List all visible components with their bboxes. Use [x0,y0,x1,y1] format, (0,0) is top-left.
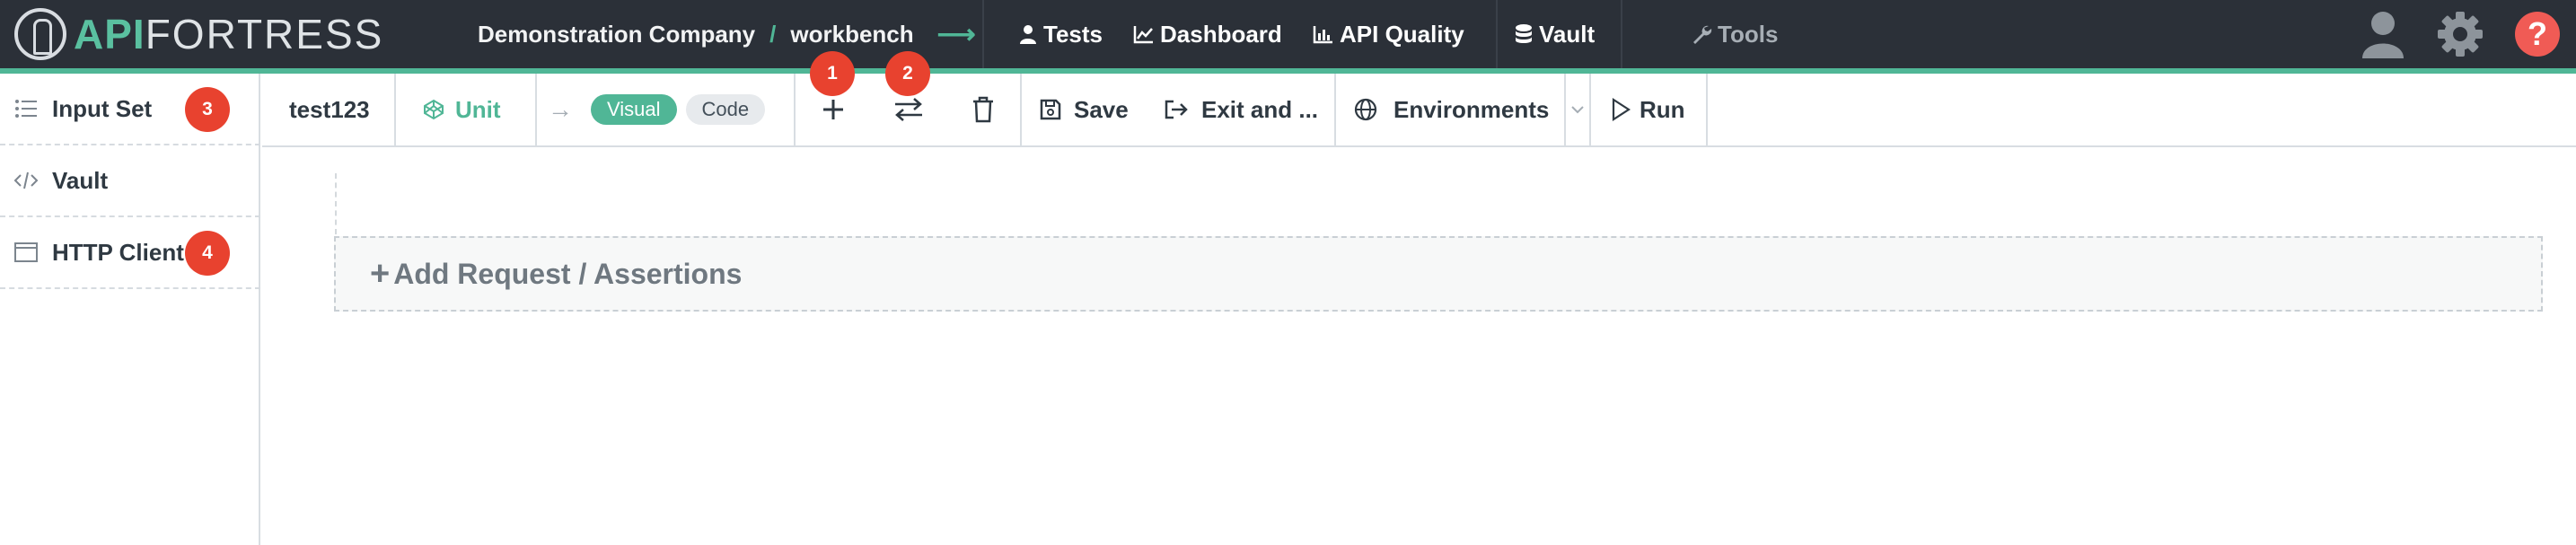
tour-step-badge: 4 [185,231,230,276]
list-icon [0,99,52,119]
chevron-down-icon [1571,106,1584,114]
left-sidebar: Input Set 3 Vault HTTP Client 4 [0,74,260,545]
project-switch-arrow-icon[interactable]: ⟶ [937,19,976,50]
codepen-cube-icon [423,99,444,120]
environments-label: Environments [1394,95,1550,123]
tour-step-badge: 1 [810,51,855,96]
logo-text-fortress: FORTRESS [145,11,384,57]
run-label: Run [1640,95,1685,123]
nav-divider [1621,0,1622,68]
tour-step-badge: 2 [885,51,930,96]
window-icon [0,242,52,262]
test-name: test123 [262,74,396,145]
sidebar-item-label: HTTP Client [52,238,184,266]
help-question-icon: ? [2515,12,2560,57]
sign-out-icon [1164,99,1189,120]
user-profile-icon[interactable] [2356,7,2410,61]
nav-divider [1496,0,1498,68]
plus-icon [823,100,843,119]
breadcrumb-project[interactable]: workbench [790,21,913,48]
fortress-logo-icon [14,8,66,60]
visual-mode-button[interactable]: Visual [591,94,677,125]
breadcrumb-company[interactable]: Demonstration Company [478,21,755,48]
trash-icon [973,96,993,123]
run-button[interactable]: Run [1591,74,1708,145]
nav-dashboard[interactable]: Dashboard [1133,0,1282,68]
arrow-right-icon: → [548,95,573,123]
breadcrumb-separator: / [769,20,777,48]
environments-button[interactable]: Environments [1336,74,1566,145]
exit-label: Exit and ... [1201,95,1319,123]
save-label: Save [1074,95,1129,123]
add-request-label: Add Request / Assertions [393,257,743,290]
sidebar-item-input-set[interactable]: Input Set 3 [0,74,260,145]
sidebar-item-http-client[interactable]: HTTP Client 4 [0,217,260,289]
sidebar-item-label: Vault [52,166,109,194]
apifortress-logo[interactable]: API FORTRESS [14,8,383,60]
floppy-disk-icon [1040,99,1061,120]
code-icon [0,171,52,190]
line-chart-icon [1133,24,1155,44]
nav-tools[interactable]: Tools [1691,0,1778,68]
tour-step-badge: 3 [185,87,230,132]
editor-toolbar: test123 Unit → Visual Code 1 2 Save Exit… [262,51,2576,147]
add-request-assertions-button[interactable]: + Add Request / Assertions [334,236,2543,312]
plus-icon: + [370,254,391,293]
nav-tools-label: Tools [1718,20,1779,48]
top-navbar: API FORTRESS Demonstration Company / wor… [0,0,2576,68]
nav-vault[interactable]: Vault [1514,0,1595,68]
unit-selector[interactable]: Unit [396,74,537,145]
nav-api-quality[interactable]: API Quality [1313,0,1464,68]
database-icon [1514,23,1534,45]
play-icon [1611,98,1631,121]
sidebar-item-vault[interactable]: Vault [0,145,260,217]
nav-api-quality-label: API Quality [1340,20,1464,48]
user-flask-icon [1018,23,1038,45]
code-mode-button[interactable]: Code [685,94,766,125]
nav-tests-label: Tests [1043,20,1103,48]
bar-chart-icon [1313,24,1334,44]
nav-dashboard-label: Dashboard [1160,20,1282,48]
environments-dropdown-toggle[interactable] [1566,74,1591,145]
swap-arrows-icon [895,98,922,121]
wrench-icon [1691,23,1712,45]
settings-gear-icon[interactable] [2433,7,2487,61]
test-name-label: test123 [289,95,370,123]
view-mode-toggle: → Visual Code [537,74,796,145]
delete-button[interactable] [946,74,1022,145]
nav-tests[interactable]: Tests [1018,0,1103,68]
step-connector [335,173,337,234]
unit-label: Unit [455,95,501,123]
nav-divider [982,0,984,68]
logo-text-api: API [74,11,145,57]
nav-vault-label: Vault [1539,20,1596,48]
sidebar-item-label: Input Set [52,94,153,122]
help-button[interactable]: ? [2510,7,2564,61]
save-button[interactable]: Save [1022,74,1155,145]
exit-button[interactable]: Exit and ... [1155,74,1336,145]
globe-icon [1354,98,1377,121]
